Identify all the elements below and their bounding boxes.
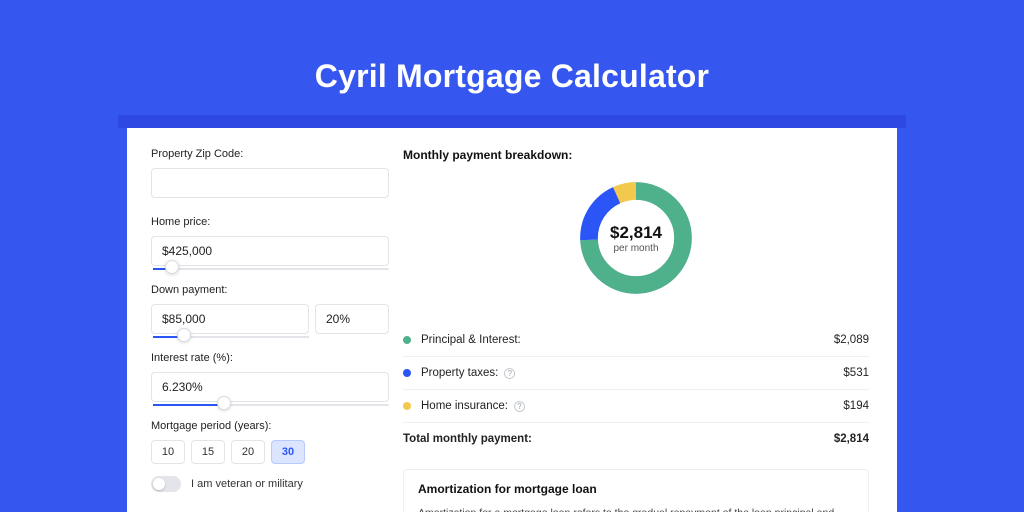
period-option-15[interactable]: 15 <box>191 440 225 464</box>
donut-center: $2,814 per month <box>574 176 698 300</box>
amortization-title: Amortization for mortgage loan <box>418 482 854 496</box>
donut-chart: $2,814 per month <box>574 176 698 300</box>
donut-sublabel: per month <box>613 243 658 254</box>
zip-label: Property Zip Code: <box>151 148 389 160</box>
down-payment-label: Down payment: <box>151 284 389 296</box>
down-payment-input[interactable] <box>151 304 309 334</box>
slider-track <box>153 268 389 270</box>
slider-thumb[interactable] <box>217 396 231 410</box>
legend-label: Principal & Interest: <box>421 334 834 346</box>
legend-value: $194 <box>843 400 869 412</box>
slider-thumb[interactable] <box>177 328 191 342</box>
legend-label: Property taxes: ? <box>421 367 843 379</box>
period-label: Mortgage period (years): <box>151 420 389 432</box>
zip-input[interactable] <box>151 168 389 198</box>
info-icon[interactable]: ? <box>514 401 525 412</box>
legend-value: $531 <box>843 367 869 379</box>
card-top-shadow <box>118 115 906 128</box>
legend-dot <box>403 336 411 344</box>
breakdown-panel: Monthly payment breakdown: $2,814 per mo… <box>389 128 897 512</box>
legend-dot <box>403 369 411 377</box>
breakdown-title: Monthly payment breakdown: <box>403 148 869 162</box>
home-price-input[interactable] <box>151 236 389 266</box>
home-price-field: Home price: <box>151 216 389 266</box>
donut-total: $2,814 <box>610 223 662 243</box>
legend-dot <box>403 402 411 410</box>
period-option-10[interactable]: 10 <box>151 440 185 464</box>
legend-row-2: Home insurance: ?$194 <box>403 389 869 422</box>
down-payment-pct-input[interactable] <box>315 304 389 334</box>
interest-rate-field: Interest rate (%): <box>151 352 389 402</box>
legend-total-row: Total monthly payment:$2,814 <box>403 422 869 455</box>
calculator-card: Property Zip Code: Home price: Down paym… <box>127 128 897 512</box>
page-title: Cyril Mortgage Calculator <box>315 58 709 95</box>
legend-total-label: Total monthly payment: <box>403 433 834 445</box>
slider-thumb[interactable] <box>165 260 179 274</box>
zip-field: Property Zip Code: <box>151 148 389 198</box>
legend-value: $2,089 <box>834 334 869 346</box>
donut-chart-area: $2,814 per month <box>403 172 869 318</box>
down-payment-field: Down payment: <box>151 284 389 334</box>
interest-rate-input[interactable] <box>151 372 389 402</box>
info-icon[interactable]: ? <box>504 368 515 379</box>
period-field: Mortgage period (years): 10152030 <box>151 420 389 464</box>
veteran-label: I am veteran or military <box>191 478 303 490</box>
period-option-30[interactable]: 30 <box>271 440 305 464</box>
home-price-label: Home price: <box>151 216 389 228</box>
legend-total-value: $2,814 <box>834 433 869 445</box>
veteran-row: I am veteran or military <box>151 476 389 492</box>
legend-row-1: Property taxes: ?$531 <box>403 356 869 389</box>
legend: Principal & Interest:$2,089Property taxe… <box>403 324 869 455</box>
amortization-text: Amortization for a mortgage loan refers … <box>418 506 854 512</box>
legend-row-0: Principal & Interest:$2,089 <box>403 324 869 356</box>
slider-fill <box>153 404 224 406</box>
period-option-20[interactable]: 20 <box>231 440 265 464</box>
form-panel: Property Zip Code: Home price: Down paym… <box>127 128 389 512</box>
veteran-toggle[interactable] <box>151 476 181 492</box>
legend-label: Home insurance: ? <box>421 400 843 412</box>
amortization-box: Amortization for mortgage loan Amortizat… <box>403 469 869 512</box>
period-options: 10152030 <box>151 440 389 464</box>
interest-rate-label: Interest rate (%): <box>151 352 389 364</box>
